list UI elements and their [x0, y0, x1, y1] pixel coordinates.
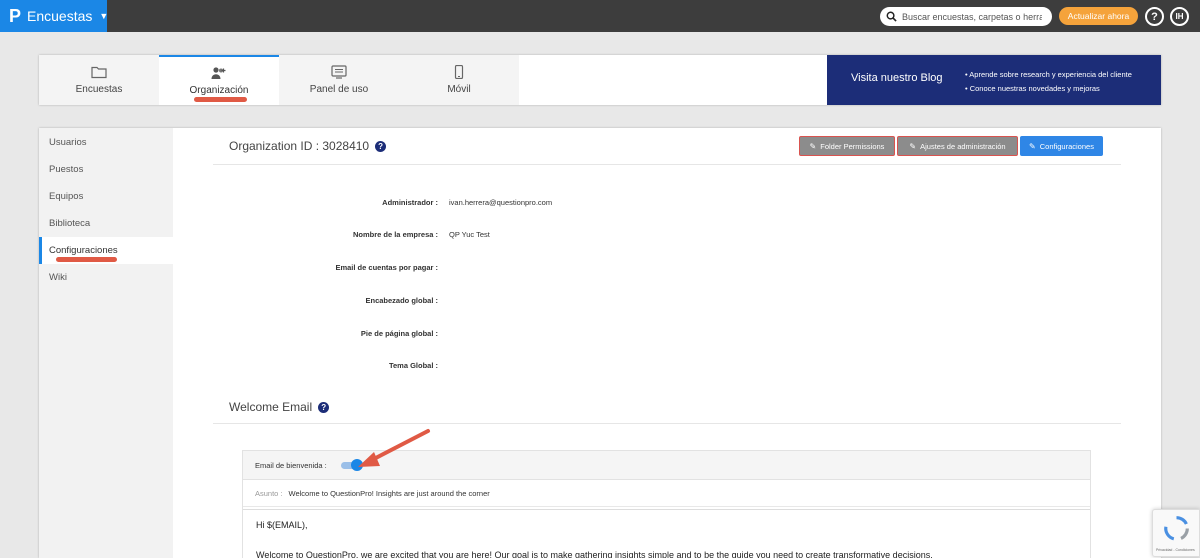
- mobile-icon: [454, 65, 464, 79]
- section-title: Welcome Email: [229, 400, 313, 414]
- field-row-encabezado: Encabezado global :: [173, 296, 1161, 310]
- field-label: Pie de página global :: [360, 329, 438, 338]
- folder-icon: [91, 66, 107, 79]
- help-icon[interactable]: ?: [375, 140, 387, 152]
- help-icon[interactable]: ?: [318, 401, 330, 413]
- sidebar: Usuarios Puestos Equipos Biblioteca Conf…: [39, 128, 173, 558]
- dashboard-icon: [331, 65, 347, 79]
- tab-encuestas[interactable]: Encuestas: [39, 55, 159, 105]
- pencil-icon: ✎: [809, 141, 817, 151]
- configurations-button[interactable]: ✎ Configuraciones: [1020, 136, 1103, 156]
- tab-label: Encuestas: [75, 84, 123, 95]
- button-label: Configuraciones: [1039, 141, 1094, 151]
- sidebar-item-biblioteca[interactable]: Biblioteca: [39, 210, 173, 237]
- welcome-email-toggle-row: Email de bienvenida :: [243, 451, 1090, 480]
- welcome-email-toggle[interactable]: [340, 459, 363, 471]
- tab-label: Móvil: [447, 84, 471, 95]
- field-value: QP Yuc Test: [449, 230, 490, 239]
- help-icon[interactable]: ?: [1145, 7, 1164, 26]
- field-row-email-cuentas: Email de cuentas por pagar :: [173, 263, 1161, 277]
- caret-down-icon: ▼: [99, 11, 109, 21]
- field-label: Nombre de la empresa :: [352, 230, 438, 239]
- blog-bullet: Conoce nuestras novedades y mejoras: [965, 82, 1132, 96]
- field-label: Tema Global :: [388, 361, 438, 370]
- button-label: Folder Permissions: [820, 141, 885, 151]
- field-row-pie-pagina: Pie de página global :: [173, 329, 1161, 343]
- tab-panel-de-uso[interactable]: Panel de uso: [279, 55, 399, 105]
- blog-bullets: Aprende sobre research y experiencia del…: [965, 68, 1132, 96]
- field-label: Administrador :: [382, 198, 438, 207]
- search-input[interactable]: [902, 11, 1042, 22]
- settings-panel: Usuarios Puestos Equipos Biblioteca Conf…: [39, 128, 1161, 558]
- admin-settings-button[interactable]: ✎ Ajustes de administración: [897, 136, 1018, 156]
- tab-label: Organización: [189, 85, 249, 96]
- page-title: Organization ID : 3028410 ?: [229, 139, 387, 153]
- toggle-label: Email de bienvenida :: [255, 460, 327, 470]
- divider: [213, 164, 1121, 165]
- field-row-empresa: Nombre de la empresa : QP Yuc Test: [173, 230, 1161, 244]
- welcome-email-card: Email de bienvenida : Asunto : Welcome t…: [242, 450, 1091, 558]
- email-body-line: Welcome to QuestionPro, we are excited t…: [256, 550, 933, 558]
- subject-value[interactable]: Welcome to QuestionPro! Insights are jus…: [289, 489, 490, 498]
- folder-permissions-button[interactable]: ✎ Folder Permissions: [799, 136, 895, 156]
- top-bar: P Encuestas ▼ Actualizar ahora ? IH: [0, 0, 1200, 32]
- sidebar-item-equipos[interactable]: Equipos: [39, 183, 173, 210]
- add-user-icon: [211, 67, 226, 79]
- button-label: Ajustes de administración: [920, 141, 1006, 151]
- field-row-administrador: Administrador : ivan.herrera@questionpro…: [173, 198, 1161, 212]
- pencil-icon: ✎: [1029, 141, 1036, 151]
- recaptcha-icon: [1164, 516, 1189, 541]
- pencil-icon: ✎: [909, 141, 917, 151]
- blog-bullet: Aprende sobre research y experiencia del…: [965, 68, 1132, 82]
- blog-banner[interactable]: Visita nuestro Blog Aprende sobre resear…: [827, 55, 1161, 105]
- product-name: Encuestas: [27, 8, 93, 24]
- field-row-tema-global: Tema Global :: [173, 361, 1161, 375]
- tab-label: Panel de uso: [309, 84, 369, 95]
- user-avatar[interactable]: IH: [1170, 7, 1189, 26]
- subject-label: Asunto :: [255, 488, 283, 498]
- welcome-email-heading: Welcome Email ?: [229, 400, 330, 414]
- toggle-knob: [350, 459, 363, 471]
- annotation-underline: [56, 257, 117, 262]
- field-value: ivan.herrera@questionpro.com: [449, 198, 553, 207]
- recaptcha-text: Privacidad - Condiciones: [1156, 548, 1195, 552]
- sidebar-item-usuarios[interactable]: Usuarios: [39, 129, 173, 156]
- recaptcha-badge[interactable]: Privacidad - Condiciones: [1152, 509, 1200, 557]
- product-switcher[interactable]: P Encuestas ▼: [0, 0, 109, 32]
- org-id-label: Organization ID : 3028410: [229, 139, 370, 153]
- sidebar-item-puestos[interactable]: Puestos: [39, 156, 173, 183]
- content-area: Organization ID : 3028410 ? ✎ Folder Per…: [173, 128, 1161, 558]
- sidebar-item-wiki[interactable]: Wiki: [39, 264, 173, 291]
- subject-row: Asunto : Welcome to QuestionPro! Insight…: [243, 480, 1090, 507]
- field-label: Encabezado global :: [365, 296, 438, 305]
- blog-title: Visita nuestro Blog: [851, 72, 943, 84]
- tab-movil[interactable]: Móvil: [399, 55, 519, 105]
- field-label: Email de cuentas por pagar :: [335, 263, 438, 272]
- email-body-editor[interactable]: Hi $(EMAIL), Welcome to QuestionPro, we …: [243, 509, 1090, 558]
- upgrade-button[interactable]: Actualizar ahora: [1059, 7, 1138, 25]
- search-box[interactable]: [880, 7, 1052, 26]
- divider: [213, 423, 1121, 424]
- search-icon: [886, 11, 897, 22]
- email-greeting: Hi $(EMAIL),: [256, 520, 308, 530]
- questionpro-logo-icon: P: [9, 5, 22, 26]
- annotation-underline: [194, 97, 247, 102]
